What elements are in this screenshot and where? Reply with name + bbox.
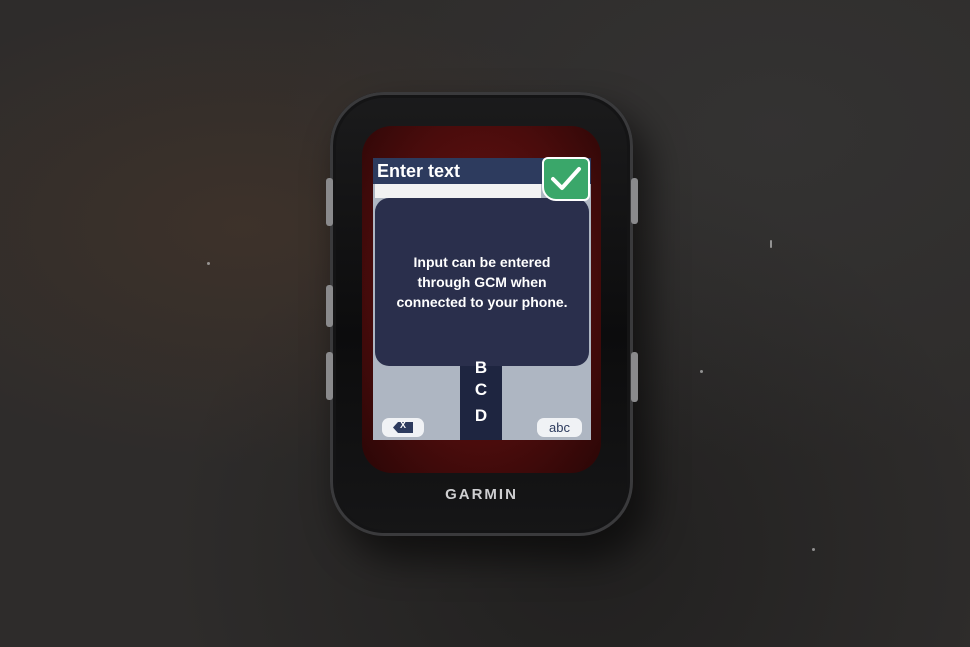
picker-letter[interactable]: C xyxy=(460,380,502,400)
confirm-button[interactable] xyxy=(542,157,590,201)
letter-picker[interactable]: B C D xyxy=(460,358,502,440)
picker-letter[interactable]: D xyxy=(460,406,502,426)
picker-letter[interactable]: B xyxy=(460,358,502,378)
surface-speck xyxy=(700,370,703,373)
dialog-message-line: connected to your phone. xyxy=(396,294,568,310)
backspace-button[interactable]: X xyxy=(382,418,424,437)
surface-speck xyxy=(207,262,210,265)
abc-mode-button[interactable]: abc xyxy=(537,418,582,437)
backspace-label: X xyxy=(400,420,407,430)
checkmark-icon xyxy=(551,167,581,190)
dialog-message: Input can be entered through GCM when co… xyxy=(375,252,589,312)
surface-speck xyxy=(812,548,815,551)
text-input-field[interactable] xyxy=(375,184,541,198)
side-button-left-bottom[interactable] xyxy=(326,352,333,400)
side-button-left-top[interactable] xyxy=(326,178,333,226)
surface-scratch xyxy=(770,240,772,248)
side-button-right-top[interactable] xyxy=(631,178,638,224)
info-dialog: Input can be entered through GCM when co… xyxy=(375,198,589,366)
brand-logo: GARMIN xyxy=(445,486,518,503)
side-button-right-bottom[interactable] xyxy=(631,352,638,402)
side-button-left-middle[interactable] xyxy=(326,285,333,327)
dialog-message-line: through GCM when xyxy=(417,274,547,290)
page-title: Enter text xyxy=(377,161,461,181)
dialog-message-line: Input can be entered xyxy=(413,254,551,270)
